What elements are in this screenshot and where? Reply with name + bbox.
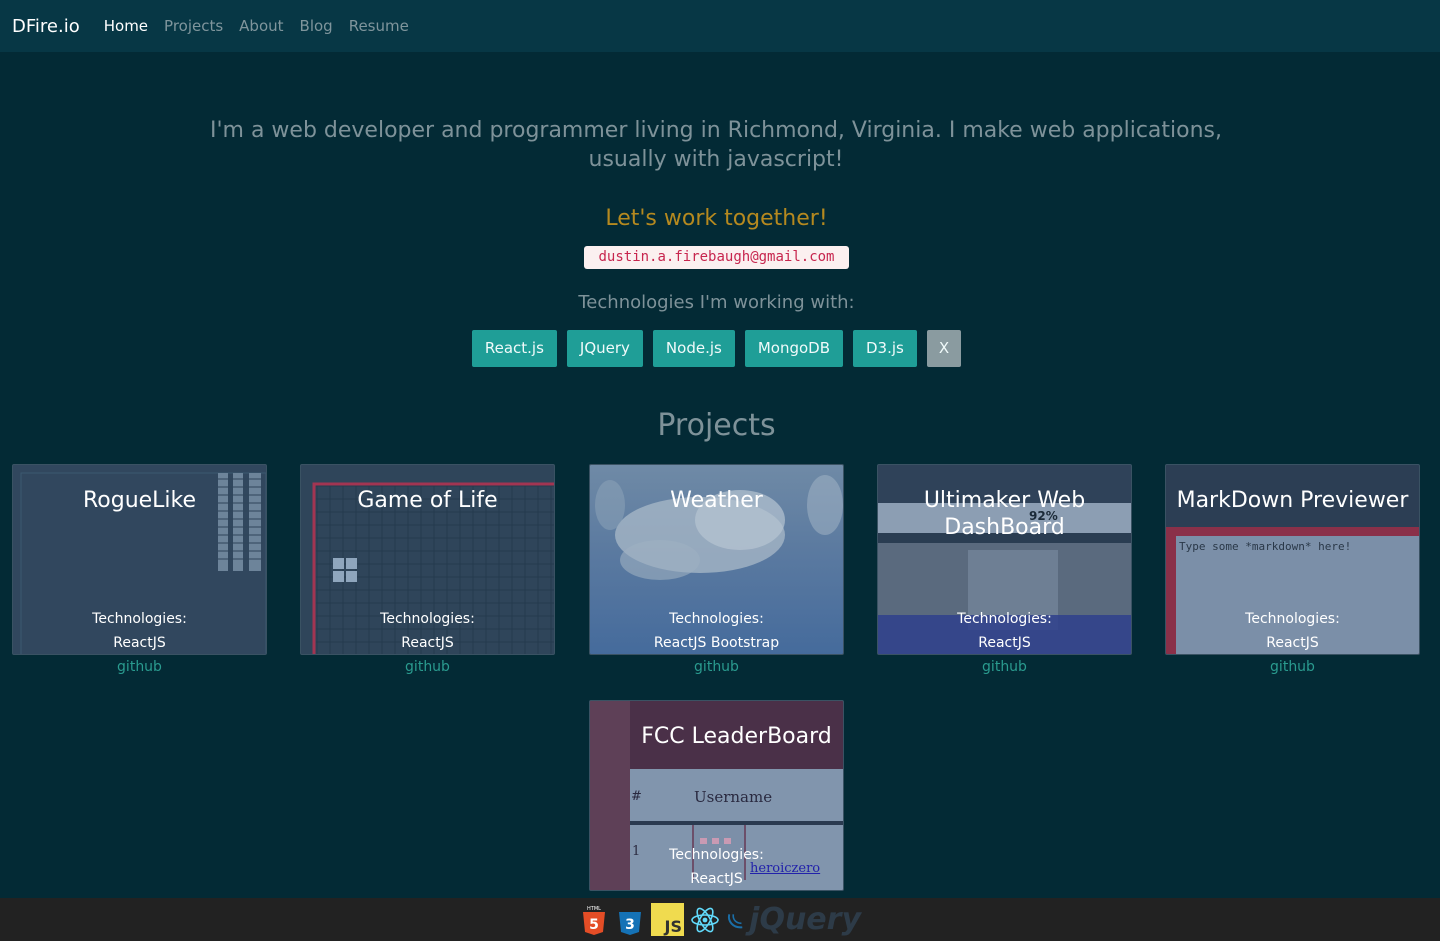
technologies-value: ReactJS Bootstrap [653,635,780,651]
filter-mongodb-button[interactable]: MongoDB [744,330,843,367]
technologies-value: ReactJS [978,635,1031,651]
html5-label: HTML [587,906,601,912]
filter-node-button[interactable]: Node.js [652,330,735,367]
project-card-weather[interactable]: Weather Technologies: ReactJS Bootstrap [589,464,844,655]
project-card-roguelike[interactable]: RogueLike Technologies: ReactJS [12,464,267,655]
github-link-ultimaker[interactable]: github [877,659,1132,675]
nav-projects[interactable]: Projects [164,17,223,35]
project-card-ultimaker[interactable]: 92% Ultimaker Web DashBoard Technologies… [877,464,1132,655]
project-technologies: Technologies: ReactJS Bootstrap [590,607,843,654]
project-title: Weather [670,488,763,513]
nav-resume[interactable]: Resume [349,17,409,35]
filter-react-button[interactable]: React.js [471,330,557,367]
leaderboard-username-header: Username [694,788,773,806]
technologies-label: Technologies: [92,611,187,627]
github-link-game-of-life[interactable]: github [300,659,555,675]
project-technologies: Technologies: ReactJS [1166,607,1419,654]
project-title: Game of Life [357,488,498,513]
github-link-markdown-previewer[interactable]: github [1165,659,1420,675]
svg-text:5: 5 [589,917,599,933]
html5-icon: HTML 5 [579,905,609,935]
technologies-heading: Technologies I'm working with: [578,292,855,313]
github-link-roguelike[interactable]: github [12,659,267,675]
navbar: DFire.io Home Projects About Blog Resume [0,0,1440,52]
github-link-weather[interactable]: github [589,659,844,675]
technologies-value: ReactJS [401,635,454,651]
project-title: RogueLike [82,488,197,513]
react-icon [690,905,720,935]
project-title: FCC LeaderBoard [641,724,832,749]
technologies-label: Technologies: [957,611,1052,627]
markdown-input-text: Type some *markdown* here! [1179,540,1352,553]
technologies-value: ReactJS [1266,635,1319,651]
project-card-markdown-previewer[interactable]: Type some *markdown* here! MarkDown Prev… [1165,464,1420,655]
css3-icon: 3 [615,905,645,935]
brand-link[interactable]: DFire.io [12,16,80,37]
technology-filter-buttons: React.js JQuery Node.js MongoDB D3.js X [0,330,1433,367]
project-technologies: Technologies: ReactJS [13,607,266,654]
jquery-wordmark: jQuery [749,902,861,937]
intro-text: I'm a web developer and programmer livin… [209,118,1223,172]
filter-d3-button[interactable]: D3.js [853,330,917,367]
project-card-game-of-life[interactable]: Game of Life Technologies: ReactJS [300,464,555,655]
javascript-icon: JS [651,903,684,936]
nav-about[interactable]: About [239,17,283,35]
project-title: MarkDown Previewer [1176,488,1409,513]
cta-heading: Let's work together! [605,206,828,231]
javascript-label: JS [664,917,682,936]
project-technologies: Technologies: ReactJS [590,843,843,890]
email-address[interactable]: dustin.a.firebaugh@gmail.com [584,246,849,269]
svg-text:3: 3 [625,917,635,933]
technologies-label: Technologies: [669,847,764,863]
technologies-label: Technologies: [380,611,475,627]
nav-home[interactable]: Home [104,17,148,35]
technologies-value: ReactJS [690,871,743,887]
project-technologies: Technologies: ReactJS [878,607,1131,654]
technologies-label: Technologies: [1245,611,1340,627]
leaderboard-hash-header: # [631,789,642,804]
nav-blog[interactable]: Blog [300,17,333,35]
footer: HTML 5 3 JS jQuery [0,898,1440,941]
project-card-fcc-leaderboard[interactable]: # Username 1 heroiczero FCC LeaderBoard … [589,700,844,891]
project-title: Ultimaker Web DashBoard [923,488,1086,540]
clear-filter-button[interactable]: X [926,330,962,367]
technologies-value: ReactJS [113,635,166,651]
technologies-label: Technologies: [669,611,764,627]
projects-heading: Projects [657,408,776,443]
filter-jquery-button[interactable]: JQuery [566,330,643,367]
jquery-icon: jQuery [726,902,861,937]
project-technologies: Technologies: ReactJS [301,607,554,654]
